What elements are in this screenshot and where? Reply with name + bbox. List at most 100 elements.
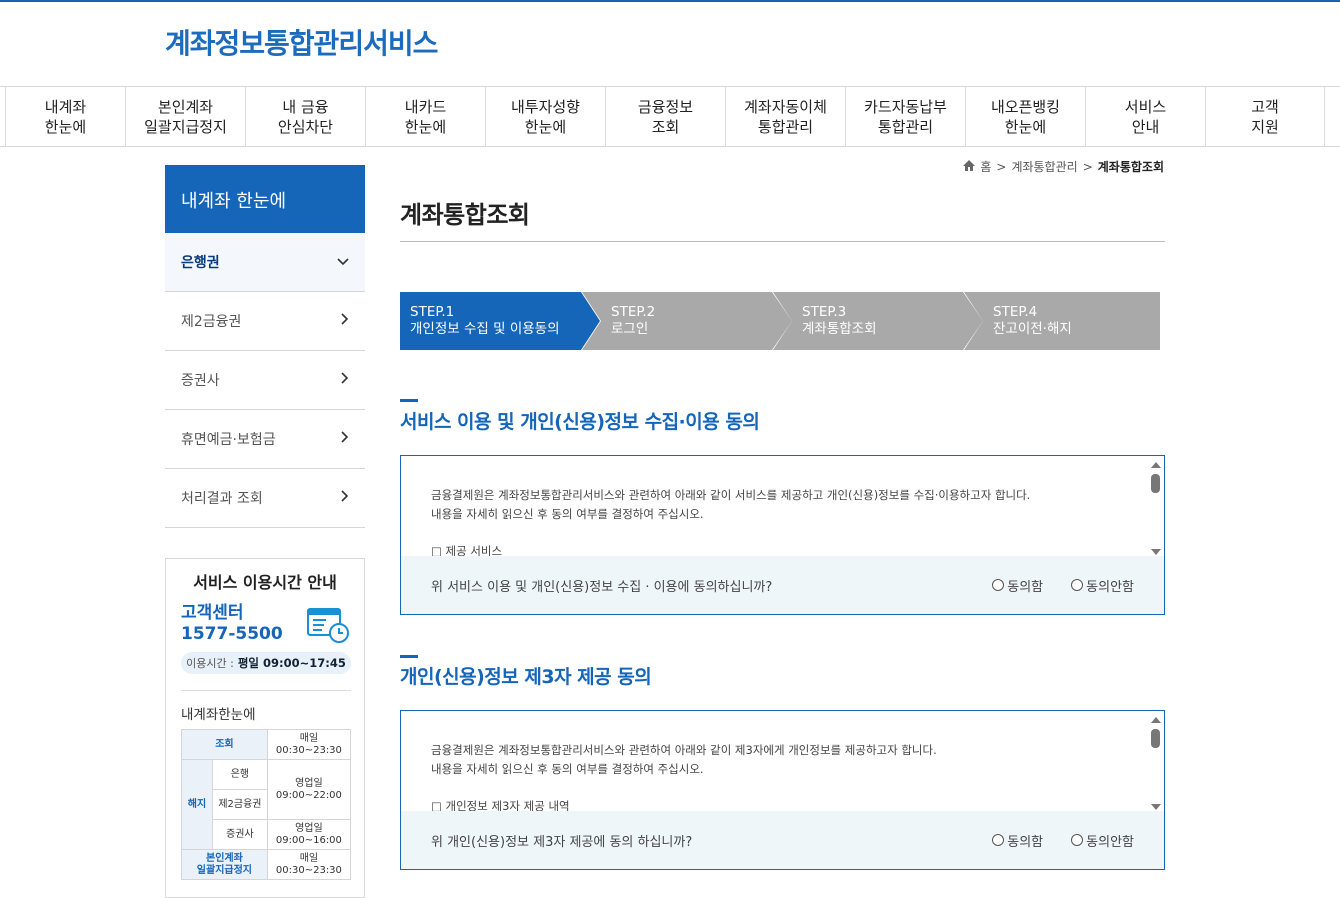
breadcrumb-home[interactable]: 홈 xyxy=(980,158,991,175)
gnb-label: 조회 xyxy=(651,117,680,136)
consent-question: 위 개인(신용)정보 제3자 제공에 동의 하십니까? xyxy=(431,834,693,850)
gnb-label: 일괄지급정지 xyxy=(144,117,227,136)
section-title-third-party: 개인(신용)정보 제3자 제공 동의 xyxy=(400,666,652,688)
sidebar-item-securities[interactable]: 증권사 xyxy=(165,351,365,410)
gnb-item-auto-transfer[interactable]: 계좌자동이체 통합관리 xyxy=(725,87,845,146)
sidebar: 내계좌 한눈에 은행권 제2금융권 증권사 휴면예금·보험금 처리결과 조회 xyxy=(165,165,365,528)
gnb-label: 내오픈뱅킹 xyxy=(990,97,1060,116)
table-cell: 매일 00:30~23:30 xyxy=(266,729,352,760)
scrollbar[interactable] xyxy=(1150,459,1162,555)
sidebar-item-dormant[interactable]: 휴면예금·보험금 xyxy=(165,410,365,469)
scroll-down-icon[interactable] xyxy=(1151,804,1161,810)
table-cell: 영업일 09:00~16:00 xyxy=(266,819,352,850)
consent-text: 금융결제원은 계좌정보통합관리서비스와 관련하여 아래와 같이 서비스를 제공하… xyxy=(431,486,1131,524)
table-cell: 조회 xyxy=(181,729,268,760)
step-number: STEP.3 xyxy=(802,304,847,320)
chevron-right-icon xyxy=(341,313,349,329)
table-cell: 제2금융권 xyxy=(212,789,268,820)
gnb-label: 카드자동납부 xyxy=(864,97,947,116)
radio-circle[interactable] xyxy=(1071,579,1084,591)
gnb-item-payment-stop[interactable]: 본인계좌 일괄지급정지 xyxy=(125,87,245,146)
section-title-consent: 서비스 이용 및 개인(신용)정보 수집·이용 동의 xyxy=(400,411,760,433)
scroll-up-icon[interactable] xyxy=(1151,462,1161,468)
step-label: 계좌통합조회 xyxy=(802,321,877,337)
sidebar-item-bank[interactable]: 은행권 xyxy=(165,233,365,292)
sidebar-item-second-tier[interactable]: 제2금융권 xyxy=(165,292,365,351)
gnb-label: 안내 xyxy=(1131,117,1160,136)
breadcrumb-current: 계좌통합조회 xyxy=(1097,160,1164,174)
radio-label: 동의함 xyxy=(1007,834,1044,850)
gnb-label: 내카드 xyxy=(404,97,447,116)
gnb-item-my-cards[interactable]: 내카드 한눈에 xyxy=(365,87,485,146)
home-icon[interactable] xyxy=(963,159,976,174)
consent-text: 금융결제원은 계좌정보통합관리서비스와 관련하여 아래와 같이 제3자에게 개인… xyxy=(431,741,1131,779)
disagree-radio[interactable]: 동의안함 xyxy=(1071,831,1134,850)
chevron-down-icon xyxy=(337,254,349,270)
table-cell: 증권사 xyxy=(212,819,268,850)
gnb-item-card-autopay[interactable]: 카드자동납부 통합관리 xyxy=(845,87,965,146)
radio-circle[interactable] xyxy=(992,834,1005,846)
sidebar-item-label: 처리결과 조회 xyxy=(181,491,263,507)
step-2: STEP.2 로그인 xyxy=(582,292,792,350)
step-number: STEP.2 xyxy=(611,304,656,320)
step-3: STEP.3 계좌통합조회 xyxy=(773,292,983,350)
sidebar-item-result[interactable]: 처리결과 조회 xyxy=(165,469,365,528)
agree-radio[interactable]: 동의함 xyxy=(992,831,1043,850)
gnb-item-safe-block[interactable]: 내 금융 안심차단 xyxy=(245,87,365,146)
gnb-label: 한눈에 xyxy=(1004,117,1047,136)
breadcrumb: 홈 > 계좌통합관리 > 계좌통합조회 xyxy=(963,158,1164,175)
scroll-thumb[interactable] xyxy=(1151,729,1160,748)
disagree-radio[interactable]: 동의안함 xyxy=(1071,576,1134,595)
gnb-item-open-banking[interactable]: 내오픈뱅킹 한눈에 xyxy=(965,87,1085,146)
radio-label: 동의안함 xyxy=(1086,579,1134,595)
section-accent xyxy=(400,655,418,658)
scroll-thumb[interactable] xyxy=(1151,474,1160,493)
agree-radio[interactable]: 동의함 xyxy=(992,576,1043,595)
customer-center: 고객센터 1577-5500 xyxy=(181,603,283,645)
hours-value: 평일 09:00~17:45 xyxy=(237,656,346,670)
gnb-item-financial-info[interactable]: 금융정보 조회 xyxy=(605,87,725,146)
consent-text-line: 금융결제원은 계좌정보통합관리서비스와 관련하여 아래와 같이 제3자에게 개인… xyxy=(431,743,937,757)
gnb-label: 내투자성향 xyxy=(510,97,580,116)
gnb-label: 한눈에 xyxy=(44,117,87,136)
gnb-label: 내 금융 xyxy=(282,97,329,116)
scroll-down-icon[interactable] xyxy=(1151,549,1161,555)
scroll-up-icon[interactable] xyxy=(1151,717,1161,723)
gnb-label: 계좌자동이체 xyxy=(744,97,827,116)
service-hours-panel: 서비스 이용시간 안내 고객센터 1577-5500 이용시간 : 평일 09:… xyxy=(165,558,365,898)
gnb-label: 지원 xyxy=(1251,117,1279,136)
table-cell: 매일 00:30~23:30 xyxy=(266,849,352,880)
consent-question-row: 위 서비스 이용 및 개인(신용)정보 수집 · 이용에 동의하십니까? 동의함… xyxy=(401,556,1164,614)
table-cell: 영업일 09:00~22:00 xyxy=(266,759,352,820)
breadcrumb-separator: > xyxy=(1082,159,1093,174)
sidebar-item-label: 은행권 xyxy=(181,255,220,271)
step-number: STEP.4 xyxy=(993,304,1038,320)
divider xyxy=(400,241,1165,242)
radio-circle[interactable] xyxy=(992,579,1005,591)
site-logo[interactable]: 계좌정보통합관리서비스 xyxy=(165,22,438,62)
gnb-item-customer-support[interactable]: 고객 지원 xyxy=(1205,87,1325,146)
top-accent-line xyxy=(0,0,1340,2)
consent-question: 위 서비스 이용 및 개인(신용)정보 수집 · 이용에 동의하십니까? xyxy=(431,579,773,595)
hours-label: 이용시간 : xyxy=(186,657,234,670)
gnb-label: 통합관리 xyxy=(877,117,934,136)
scrollbar[interactable] xyxy=(1150,714,1162,810)
service-hours-title: 서비스 이용시간 안내 xyxy=(193,573,337,592)
chevron-right-icon xyxy=(341,372,349,388)
breadcrumb-level1[interactable]: 계좌통합관리 xyxy=(1011,158,1077,175)
radio-label: 동의함 xyxy=(1007,579,1044,595)
consent-text-line: 금융결제원은 계좌정보통합관리서비스와 관련하여 아래와 같이 서비스를 제공하… xyxy=(431,488,1031,502)
gnb-label: 한눈에 xyxy=(404,117,447,136)
gnb-item-my-accounts[interactable]: 내계좌 한눈에 xyxy=(5,87,125,146)
step-label: 개인정보 수집 및 이용동의 xyxy=(410,321,560,337)
gnb-item-service-guide[interactable]: 서비스 안내 xyxy=(1085,87,1205,146)
consent-box-third-party: 금융결제원은 계좌정보통합관리서비스와 관련하여 아래와 같이 제3자에게 개인… xyxy=(400,710,1165,870)
gnb-label: 통합관리 xyxy=(757,117,814,136)
table-cell: 해지 xyxy=(181,759,213,850)
radio-label: 동의안함 xyxy=(1086,834,1134,850)
sidebar-item-label: 제2금융권 xyxy=(181,314,242,330)
gnb-item-investment[interactable]: 내투자성향 한눈에 xyxy=(485,87,605,146)
sidebar-item-label: 증권사 xyxy=(181,373,220,389)
chevron-right-icon xyxy=(341,431,349,447)
radio-circle[interactable] xyxy=(1071,834,1084,846)
